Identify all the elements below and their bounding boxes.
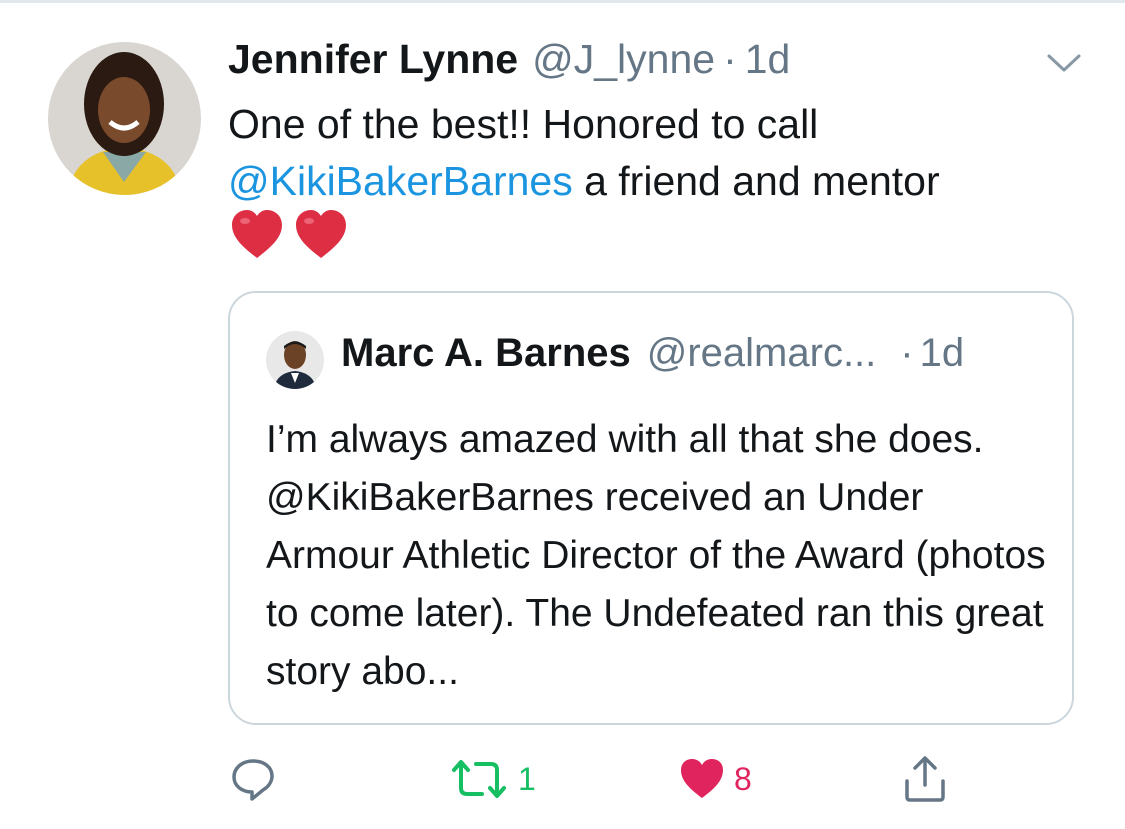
quoted-tweet-card[interactable]: Marc A. Barnes @realmarc... · 1d I’m alw… [228,291,1074,725]
tweet-text-rest: a friend and mentor [572,158,940,204]
share-button[interactable] [902,752,948,806]
tweet-text-line1: One of the best!! Honored to call [228,101,819,147]
red-heart-emoji-icon [232,210,282,258]
top-divider [0,0,1125,3]
chevron-down-icon[interactable] [1046,52,1082,74]
tweet-text: One of the best!! Honored to call @KikiB… [228,96,1088,210]
reply-icon [232,759,274,801]
emoji-row [228,206,350,264]
quoted-author-handle: @realmarc... [646,331,877,375]
author-avatar-image [48,42,201,195]
retweet-count: 1 [518,760,536,797]
author-handle[interactable]: @J_lynne [532,36,715,83]
like-button[interactable]: 8 [678,752,752,806]
quoted-tweet-header: Marc A. Barnes @realmarc... · 1d [341,331,964,376]
tweet-time[interactable]: 1d [745,36,791,83]
quoted-author-avatar [266,331,324,389]
quoted-author-avatar-image [266,331,324,389]
retweet-icon [452,760,506,798]
tweet-header: Jennifer Lynne @J_lynne · 1d [228,36,790,92]
tweet-text-line2: @KikiBakerBarnes a friend and mentor [228,153,1088,210]
share-icon [905,756,945,802]
separator-dot: · [723,36,737,82]
retweet-button[interactable]: 1 [448,752,536,806]
heart-icon [681,759,723,798]
quoted-author-name: Marc A. Barnes [341,331,631,375]
red-heart-emoji-icon [296,210,346,258]
like-count: 8 [734,760,752,797]
mention-link[interactable]: @KikiBakerBarnes [228,158,573,204]
quoted-tweet-time: 1d [919,331,965,375]
reply-button[interactable] [230,752,276,806]
author-avatar[interactable] [48,42,201,195]
tweet-actions: 1 8 [0,752,1125,812]
quoted-tweet-text: I’m always amazed with all that she does… [266,418,1046,693]
quoted-separator-dot: · [900,331,914,375]
author-name[interactable]: Jennifer Lynne [228,36,518,83]
